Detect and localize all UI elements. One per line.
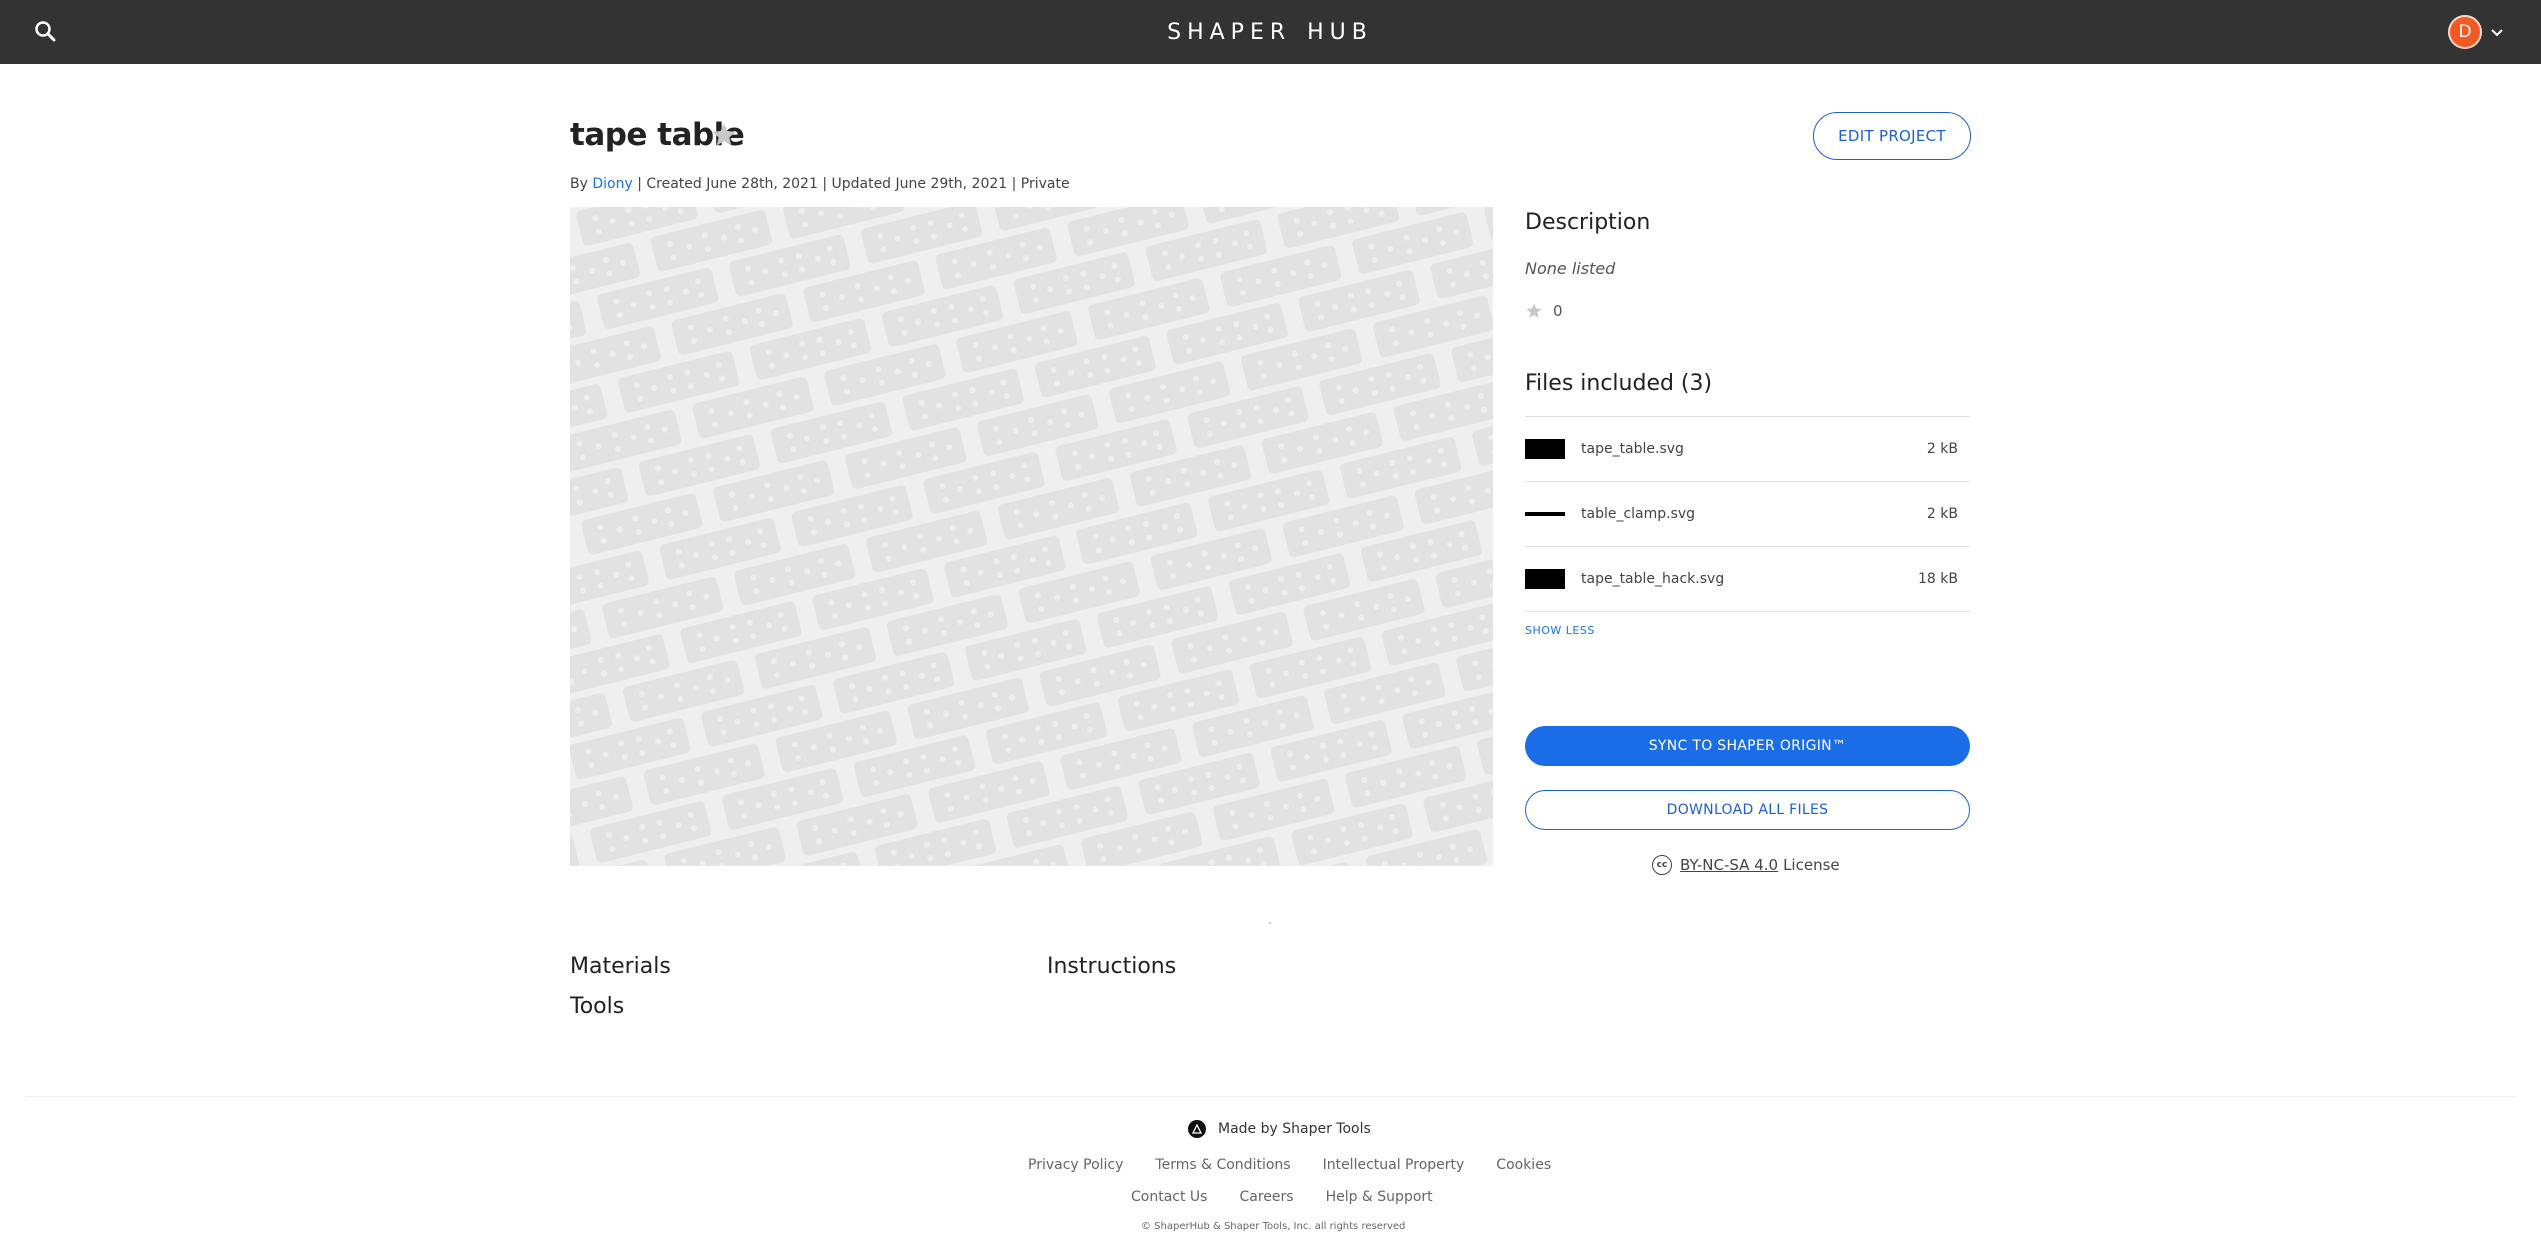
avatar[interactable]: D [2448,15,2482,49]
file-name[interactable]: tape_table.svg [1581,441,1684,457]
file-name[interactable]: tape_table_hack.svg [1581,571,1724,587]
logo-text-right: HUB [1307,19,1373,45]
chevron-down-icon[interactable] [2490,25,2504,39]
show-less-link[interactable]: SHOW LESS [1525,624,1595,637]
file-thumbnail [1525,503,1565,525]
edit-project-button[interactable]: EDIT PROJECT [1813,112,1971,160]
star-icon [1526,303,1542,318]
likes-count: 0 [1525,302,1563,320]
author-link[interactable]: Diony [592,176,632,192]
instructions-heading: Instructions [1047,954,1177,979]
meta-by: By [570,176,593,192]
download-all-files-button[interactable]: DOWNLOAD ALL FILES [1525,790,1970,830]
favorite-star-icon[interactable] [710,121,738,149]
top-navigation-bar: SHAPER HUB D [0,0,2541,64]
logo-text-left: SHAPER [1167,19,1292,45]
footer-link-terms[interactable]: Terms & Conditions [1155,1157,1290,1173]
footer-links-row1: Privacy Policy Terms & Conditions Intell… [1028,1157,1551,1173]
description-heading: Description [1525,210,1651,235]
footer-link-contact[interactable]: Contact Us [1131,1189,1207,1205]
file-size: 2 kB [1926,441,1958,457]
license-info: cc BY-NC-SA 4.0 License [1652,855,1840,875]
user-menu[interactable]: D [2448,15,2504,49]
footer-link-cookies[interactable]: Cookies [1496,1157,1551,1173]
sync-to-shaper-origin-button[interactable]: SYNC TO SHAPER ORIGIN™ [1525,726,1970,766]
materials-heading: Materials [570,954,671,979]
footer-link-ip[interactable]: Intellectual Property [1323,1157,1465,1173]
files-heading: Files included (3) [1525,371,1713,396]
footer-divider [25,1096,2516,1097]
made-by-text: Made by Shaper Tools [1218,1121,1371,1137]
meta-dates: | Created June 28th, 2021 | Updated June… [632,176,1070,192]
creative-commons-icon: cc [1652,855,1672,875]
file-row[interactable]: tape_table_hack.svg 18 kB [1525,547,1970,612]
file-name[interactable]: table_clamp.svg [1581,506,1695,522]
license-link[interactable]: BY-NC-SA 4.0 [1680,856,1778,874]
shaper-logo-icon [1188,1120,1206,1138]
file-row[interactable]: tape_table.svg 2 kB [1525,417,1970,482]
likes-value: 0 [1553,302,1563,320]
footer-link-careers[interactable]: Careers [1239,1189,1293,1205]
footer-link-help[interactable]: Help & Support [1326,1189,1433,1205]
project-meta: By Diony | Created June 28th, 2021 | Upd… [570,176,1070,192]
tools-heading: Tools [570,994,625,1019]
project-preview-image [570,207,1493,866]
footer-links-row2: Contact Us Careers Help & Support [1131,1189,1433,1205]
footer-link-privacy[interactable]: Privacy Policy [1028,1157,1123,1173]
search-icon[interactable] [32,18,60,46]
file-size: 2 kB [1926,506,1958,522]
carousel-indicator [1269,922,1271,924]
shaperhub-logo[interactable]: SHAPER HUB [1167,16,1373,48]
license-suffix: License [1783,856,1840,874]
made-by-shaper[interactable]: Made by Shaper Tools [1188,1120,1371,1138]
copyright: © ShaperHub & Shaper Tools, Inc. all rig… [1141,1221,1406,1232]
file-thumbnail [1525,568,1565,590]
file-row[interactable]: table_clamp.svg 2 kB [1525,482,1970,547]
description-value: None listed [1525,259,1616,278]
file-thumbnail [1525,438,1565,460]
file-size: 18 kB [1918,571,1958,587]
file-list: tape_table.svg 2 kB table_clamp.svg 2 kB… [1525,416,1970,612]
